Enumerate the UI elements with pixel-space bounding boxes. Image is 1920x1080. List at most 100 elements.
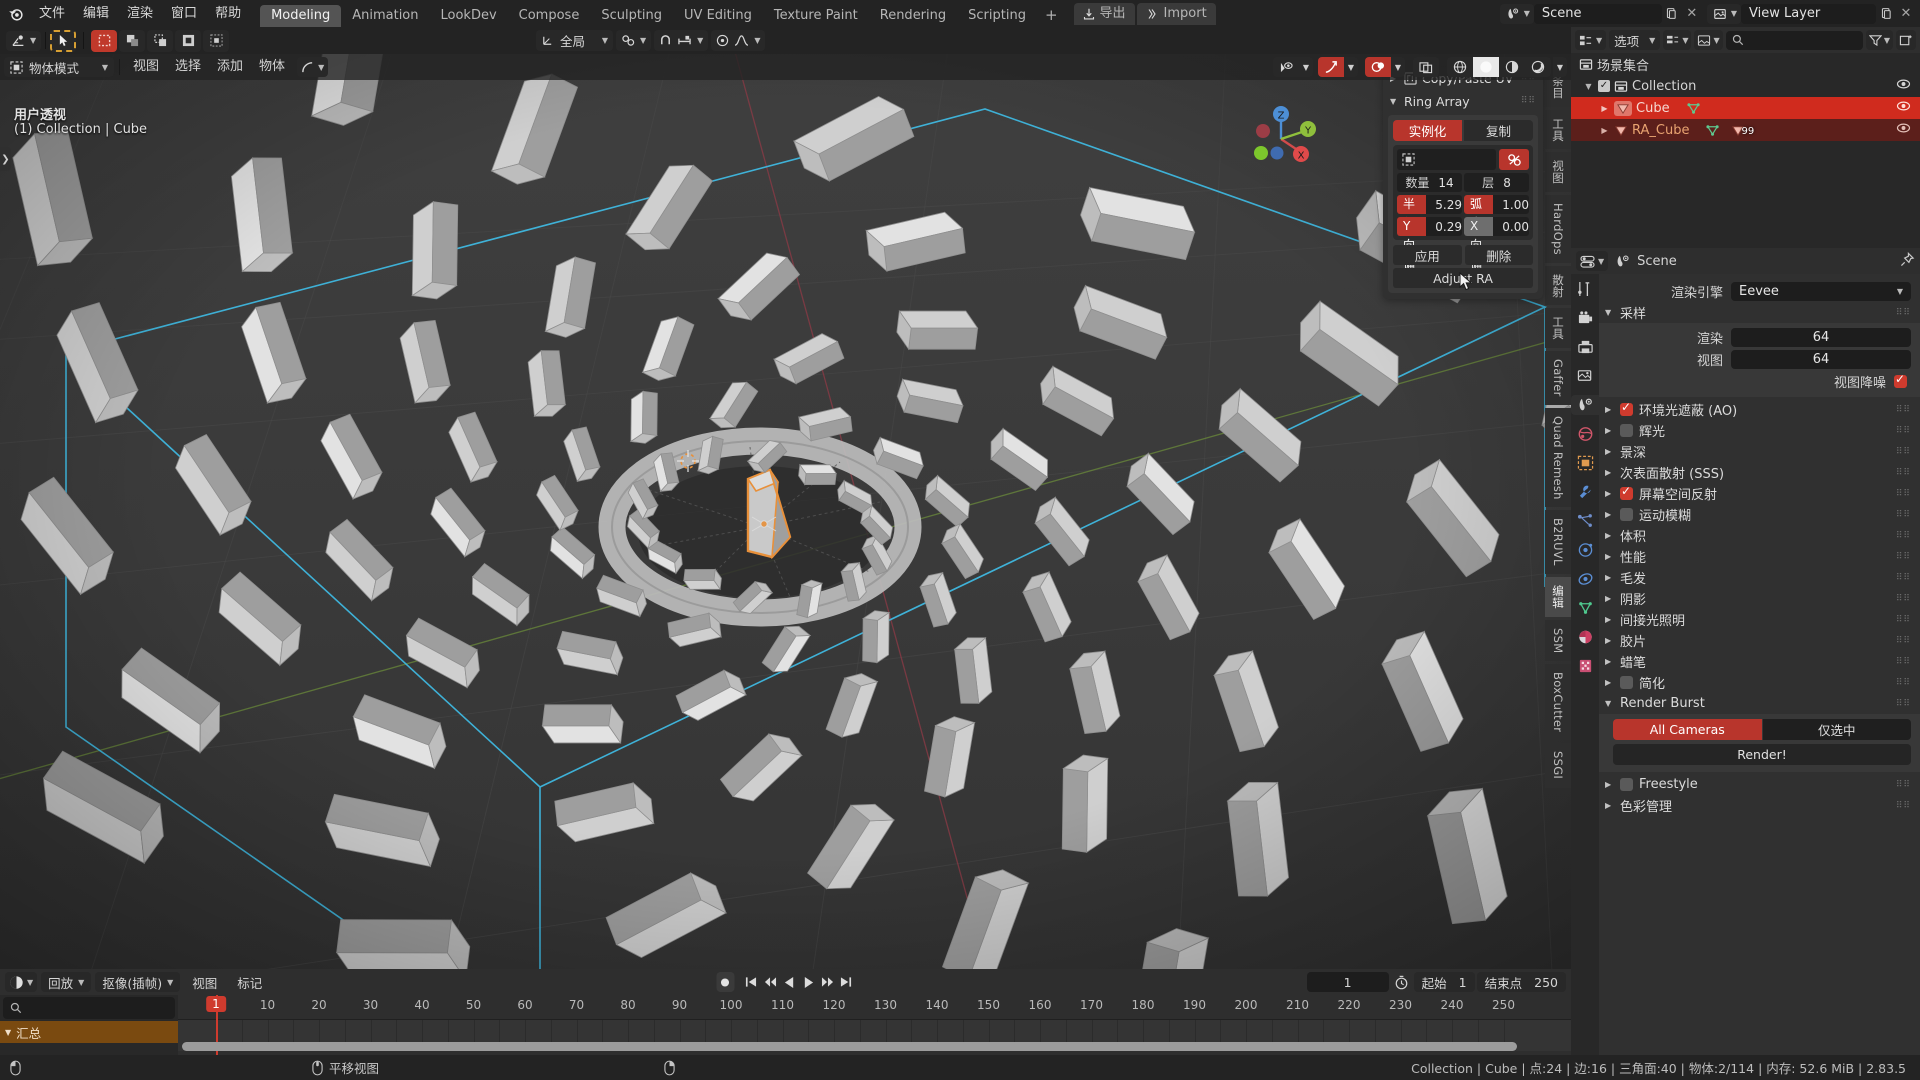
- panel-grip-icon[interactable]: ⠿⠿: [1896, 468, 1911, 478]
- ring-array-count-field[interactable]: 数量 14: [1397, 173, 1462, 192]
- select-subtract-icon[interactable]: [147, 30, 173, 52]
- ring-array-x-offset-field[interactable]: X 向偏 0.00: [1464, 217, 1529, 236]
- snapping-group[interactable]: ▼: [654, 30, 708, 51]
- panel-ring-array[interactable]: ▼ Ring Array ⠿⠿: [1383, 90, 1543, 113]
- tab-world[interactable]: [1574, 424, 1596, 444]
- panel-grip-icon[interactable]: ⠿⠿: [1896, 510, 1911, 520]
- n-tab-view[interactable]: 视图: [1545, 152, 1571, 192]
- tab-view-layer[interactable]: [1574, 366, 1596, 386]
- render-burst-render-button[interactable]: Render!: [1613, 744, 1911, 765]
- sampling-viewport-field[interactable]: 64: [1731, 350, 1911, 369]
- n-tab-tool2[interactable]: 工具: [1545, 308, 1571, 348]
- section-depth-of-field[interactable]: ▶ 景深 ⠿⠿: [1599, 441, 1920, 462]
- viewport-menu-object[interactable]: 物体: [251, 57, 293, 77]
- import-button[interactable]: Import: [1137, 3, 1216, 25]
- section-sampling[interactable]: ▼ 采样 ⠿⠿: [1599, 302, 1920, 323]
- view-layer-browse-dropdown[interactable]: ▼: [1707, 4, 1741, 24]
- tab-texture[interactable]: [1574, 656, 1596, 676]
- add-workspace-button[interactable]: +: [1037, 5, 1066, 27]
- select-box-icon[interactable]: [91, 30, 117, 52]
- gizmo-chevron-down-icon[interactable]: ▼: [1344, 57, 1358, 77]
- timeline-menu-marker[interactable]: 标记: [229, 973, 270, 992]
- blender-logo-icon[interactable]: [0, 0, 30, 27]
- timeline-summary-row[interactable]: ▼ 汇总: [0, 1021, 178, 1043]
- viewport-menu-add[interactable]: 添加: [209, 57, 251, 77]
- jump-end-icon[interactable]: [837, 972, 855, 992]
- tab-material[interactable]: [1574, 627, 1596, 647]
- render-engine-dropdown[interactable]: Eevee ▼: [1731, 282, 1911, 301]
- outliner-search-input[interactable]: [1726, 31, 1863, 50]
- panel-grip-icon[interactable]: ⠿⠿: [1896, 636, 1911, 646]
- play-reverse-icon[interactable]: [780, 972, 798, 992]
- menu-edit[interactable]: 编辑: [74, 0, 118, 27]
- material-shading-icon[interactable]: [1499, 57, 1525, 77]
- ring-array-apply-button[interactable]: 应用: [1393, 245, 1462, 265]
- panel-grip-icon[interactable]: ⠿⠿: [1896, 573, 1911, 583]
- ring-array-radius-field[interactable]: 半径 5.29: [1397, 195, 1462, 214]
- workspace-tab-modeling[interactable]: Modeling: [260, 5, 341, 27]
- ring-array-arc-field[interactable]: 弧度 1.00: [1464, 195, 1529, 214]
- panel-grip-icon[interactable]: ⠿⠿: [1896, 594, 1911, 604]
- n-tab-edit[interactable]: 编辑: [1545, 577, 1571, 617]
- section-bloom[interactable]: ▶ 辉光 ⠿⠿: [1599, 420, 1920, 441]
- outliner-editor-type-dropdown[interactable]: ▼: [1575, 30, 1606, 50]
- properties-editor[interactable]: ▼ Scene 渲染引擎: [1571, 248, 1920, 1055]
- ring-array-y-offset-field[interactable]: Y 向偏 0.29: [1397, 217, 1462, 236]
- workspace-tab-animation[interactable]: Animation: [341, 5, 429, 27]
- menu-window[interactable]: 窗口: [162, 0, 206, 27]
- sampling-render-field[interactable]: 64: [1731, 328, 1911, 347]
- collection-checkbox[interactable]: ✓: [1598, 80, 1610, 92]
- timeline-search-input[interactable]: [3, 997, 175, 1019]
- chevron-right-icon[interactable]: ▶: [1599, 126, 1610, 135]
- tab-particles[interactable]: [1574, 511, 1596, 531]
- panel-grip-icon[interactable]: ⠿⠿: [1896, 426, 1911, 436]
- frame-range-group[interactable]: 起始 1: [1414, 972, 1475, 992]
- section-volumetrics[interactable]: ▶ 体积 ⠿⠿: [1599, 525, 1920, 546]
- 3d-viewport[interactable]: 物体模式 ▼ 视图 选择 添加 物体 ▼ ▼: [0, 27, 1571, 969]
- new-view-layer-icon[interactable]: [1876, 4, 1896, 24]
- overlays-chevron-down-icon[interactable]: ▼: [1391, 57, 1405, 77]
- tab-scene[interactable]: [1571, 395, 1599, 415]
- n-tab-ssgi[interactable]: SSGI: [1545, 743, 1571, 787]
- active-tool-icon[interactable]: ▼: [6, 31, 41, 51]
- sampling-denoise-checkbox[interactable]: [1894, 375, 1907, 388]
- section-simplify[interactable]: ▶ 简化 ⠿⠿: [1599, 672, 1920, 693]
- xray-icon[interactable]: [1413, 57, 1439, 77]
- timeline-editor[interactable]: ▼ 回放 ▼ 抠像(插帧) ▼ 视图 标记: [0, 969, 1571, 1055]
- timeline-editor-type-dropdown[interactable]: ▼: [5, 972, 37, 992]
- remove-view-layer-icon[interactable]: ✕: [1896, 4, 1916, 24]
- unlink-icon[interactable]: [1499, 149, 1529, 170]
- auto-key-icon[interactable]: [1391, 972, 1412, 992]
- panel-grip-icon[interactable]: ⠿⠿: [1896, 678, 1911, 688]
- select-tool-cursor-icon[interactable]: [50, 30, 76, 52]
- outliner-filter-icon[interactable]: ▼: [1866, 30, 1893, 50]
- panel-grip-icon[interactable]: ⠿⠿: [1521, 99, 1536, 104]
- section-ssr[interactable]: ▶ 屏幕空间反射 ⠿⠿: [1599, 483, 1920, 504]
- pin-icon[interactable]: [1900, 252, 1915, 271]
- outliner[interactable]: ▼ 选项 ▼ ▼ ▼ ▼: [1571, 27, 1920, 248]
- timeline-horizontal-scrollbar[interactable]: [182, 1042, 1517, 1051]
- workspace-tab-scripting[interactable]: Scripting: [957, 5, 1037, 27]
- workspace-tab-compose[interactable]: Compose: [508, 5, 591, 27]
- next-keyframe-icon[interactable]: [818, 972, 836, 992]
- panel-grip-icon[interactable]: ⠿⠿: [1896, 615, 1911, 625]
- n-tab-hardops[interactable]: HardOps: [1545, 195, 1571, 263]
- tab-render[interactable]: [1574, 308, 1596, 328]
- ao-checkbox[interactable]: [1620, 403, 1633, 416]
- ring-array-tab-duplicate[interactable]: 复制: [1464, 120, 1533, 141]
- timeline-menu-playback[interactable]: 回放 ▼: [41, 972, 91, 992]
- menu-render[interactable]: 渲染: [118, 0, 162, 27]
- mesh-data-icon[interactable]: [1705, 124, 1721, 137]
- workspace-tab-sculpting[interactable]: Sculpting: [590, 5, 673, 27]
- section-grease-pencil[interactable]: ▶ 蜡笔 ⠿⠿: [1599, 651, 1920, 672]
- visibility-icon[interactable]: [1273, 57, 1299, 77]
- view-layer-name-field[interactable]: View Layer: [1741, 4, 1876, 24]
- panel-grip-icon[interactable]: ⠿⠿: [1896, 552, 1911, 562]
- modifier-99-icon[interactable]: 99: [1731, 124, 1754, 137]
- export-button[interactable]: 导出: [1074, 3, 1135, 25]
- n-tab-tool[interactable]: 工具: [1545, 110, 1571, 150]
- menu-file[interactable]: 文件: [30, 0, 74, 27]
- n-tab-quad-remesh[interactable]: Quad Remesh: [1545, 408, 1571, 508]
- outliner-row-ra-cube[interactable]: ▶ RA_Cube 99: [1571, 119, 1920, 141]
- n-tab-ssm[interactable]: SSM: [1545, 620, 1571, 661]
